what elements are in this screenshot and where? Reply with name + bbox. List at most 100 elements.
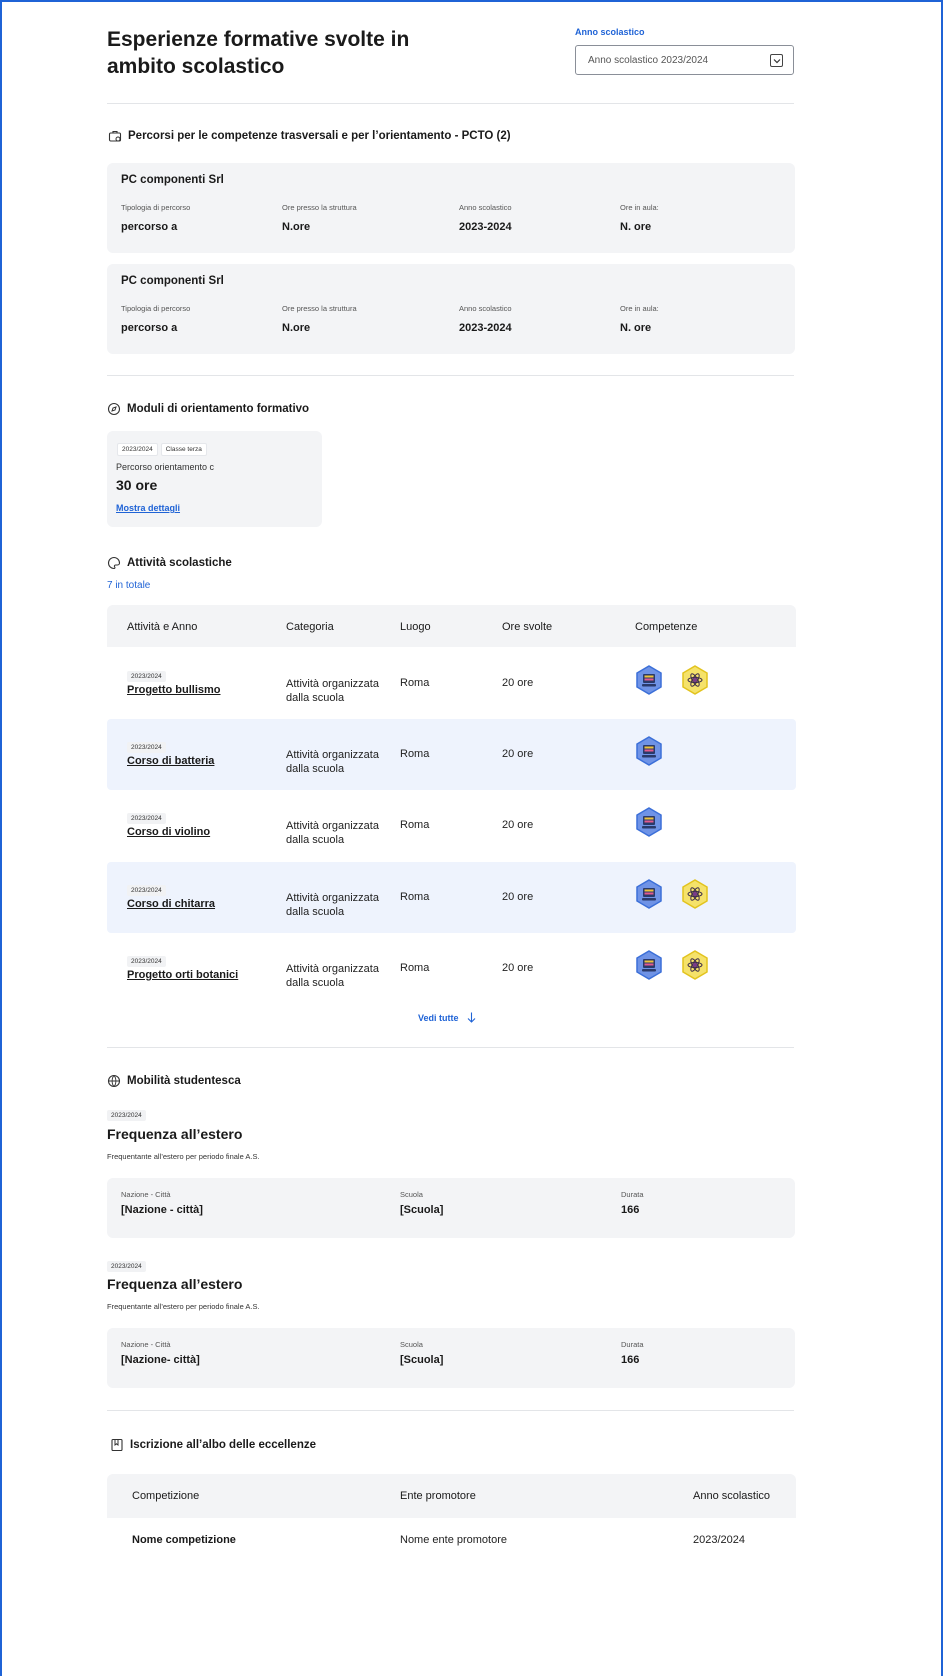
mobilita-label-school: Scuola <box>400 1190 423 1199</box>
activity-hours: 20 ore <box>502 891 534 903</box>
moduli-title-text: Moduli di orientamento formativo <box>127 403 310 415</box>
column-header: Competenze <box>635 621 698 633</box>
attivita-section-title: Attività scolastiche <box>107 556 232 570</box>
activity-year-chip: 2023/2024 <box>127 956 166 967</box>
activity-category-line: Attività organizzata <box>286 820 379 832</box>
pcto-value-type: percorso a <box>121 322 178 334</box>
activity-hours: 20 ore <box>502 677 534 689</box>
activity-name-link[interactable]: Progetto orti botanici <box>127 969 238 981</box>
divider <box>107 103 794 104</box>
digital-competence-badge-icon[interactable] <box>635 736 663 766</box>
competence-badges <box>635 736 663 766</box>
activity-row: 2023/2024 Corso di chitarra Attività org… <box>107 862 796 933</box>
pcto-value-year: 2023-2024 <box>459 221 512 233</box>
activity-category-line: Attività organizzata <box>286 892 379 904</box>
column-header: Ore svolte <box>502 621 553 633</box>
activity-name-link[interactable]: Progetto bullismo <box>127 684 221 696</box>
moduli-section-title: Moduli di orientamento formativo <box>107 402 309 416</box>
divider <box>107 1047 794 1048</box>
mobilita-label-school: Scuola <box>400 1340 423 1349</box>
activity-year-chip: 2023/2024 <box>127 742 166 753</box>
activity-category: Attività organizzata dalla scuola <box>286 819 379 847</box>
attivita-count: 7 in totale <box>107 580 151 591</box>
activity-category: Attività organizzata dalla scuola <box>286 891 379 919</box>
activity-place: Roma <box>400 962 430 974</box>
promoter-name: Nome ente promotore <box>400 1534 507 1546</box>
activity-row: 2023/2024 Corso di batteria Attività org… <box>107 719 796 790</box>
albo-section-title: Iscrizione all’albo delle eccellenze <box>110 1438 316 1452</box>
digital-competence-badge-icon[interactable] <box>635 807 663 837</box>
pcto-label-year: Anno scolastico <box>459 304 512 313</box>
activity-place: Roma <box>400 891 430 903</box>
activity-category: Attività organizzata dalla scuola <box>286 677 379 705</box>
digital-competence-badge-icon[interactable] <box>635 665 663 695</box>
activity-name-link[interactable]: Corso di chitarra <box>127 898 215 910</box>
activity-name-link[interactable]: Corso di violino <box>127 826 210 838</box>
competence-badges <box>635 950 709 980</box>
show-details-link[interactable]: Mostra dettagli <box>116 503 180 513</box>
competition-year: 2023/2024 <box>693 1534 745 1546</box>
globe-icon <box>107 1074 121 1088</box>
bookmark-icon <box>111 1438 123 1452</box>
science-competence-badge-icon[interactable] <box>681 950 709 980</box>
pcto-label-type: Tipologia di percorso <box>121 203 191 212</box>
pcto-value-hours-class: N. ore <box>620 322 652 334</box>
activity-category-line: Attività organizzata <box>286 749 379 761</box>
mobilita-item-desc: Frequentante all’estero per periodo fina… <box>107 1302 260 1311</box>
pcto-value-type: percorso a <box>121 221 178 233</box>
mobilita-value-duration: 166 <box>621 1204 640 1216</box>
pcto-value-hours-structure: N.ore <box>282 221 311 233</box>
modulo-hours: 30 ore <box>116 477 158 493</box>
compass-icon <box>107 402 121 416</box>
briefcase-icon <box>108 130 122 142</box>
mobilita-value-city: [Nazione- città] <box>121 1354 200 1366</box>
activity-category-line: Attività organizzata <box>286 963 379 975</box>
modulo-name: Percorso orientamento c <box>116 462 215 472</box>
mobilita-title-text: Mobilità studentesca <box>127 1075 241 1087</box>
column-header: Attività e Anno <box>127 621 198 633</box>
digital-competence-badge-icon[interactable] <box>635 879 663 909</box>
page-title: Esperienze formative svolte in ambito sc… <box>107 28 410 78</box>
activity-category-line: dalla scuola <box>286 763 345 775</box>
science-competence-badge-icon[interactable] <box>681 665 709 695</box>
column-header: Anno scolastico <box>693 1490 771 1502</box>
digital-competence-badge-icon[interactable] <box>635 950 663 980</box>
competence-badges <box>635 665 709 695</box>
divider <box>107 375 794 376</box>
divider <box>107 1410 794 1411</box>
activity-place: Roma <box>400 819 430 831</box>
year-select-label: Anno scolastico <box>575 27 645 37</box>
pcto-card: PC componenti Srl Tipologia di percorso … <box>107 264 795 354</box>
modulo-class-chip: Classe terza <box>160 443 207 456</box>
competence-badges <box>635 879 709 909</box>
activity-hours: 20 ore <box>502 748 534 760</box>
modulo-card: 2023/2024 Classe terza Percorso orientam… <box>107 431 322 527</box>
mobilita-label-duration: Durata <box>621 1190 644 1199</box>
activity-name-link[interactable]: Corso di batteria <box>127 755 214 767</box>
mobilita-item-desc: Frequentante all’estero per periodo fina… <box>107 1152 260 1161</box>
activity-row: 2023/2024 Progetto orti botanici Attivit… <box>107 933 796 1004</box>
column-header: Ente promotore <box>400 1490 476 1502</box>
science-competence-badge-icon[interactable] <box>681 879 709 909</box>
year-select[interactable]: Anno scolastico 2023/2024 <box>575 45 794 75</box>
mobilita-year-chip: 2023/2024 <box>107 1261 146 1272</box>
pcto-card-company: PC componenti Srl <box>121 174 224 186</box>
activity-row: 2023/2024 Progetto bullismo Attività org… <box>107 648 796 719</box>
activity-category: Attività organizzata dalla scuola <box>286 748 379 776</box>
attivita-title-text: Attività scolastiche <box>127 557 232 569</box>
year-select-value: Anno scolastico 2023/2024 <box>588 54 709 66</box>
see-all-label: Vedi tutte <box>418 1012 459 1023</box>
activity-year-chip: 2023/2024 <box>127 885 166 896</box>
activity-year-chip: 2023/2024 <box>127 813 166 824</box>
chevron-down-icon <box>770 54 783 67</box>
mobilita-value-duration: 166 <box>621 1354 640 1366</box>
activity-row: 2023/2024 Corso di violino Attività orga… <box>107 790 796 861</box>
column-header: Luogo <box>400 621 431 633</box>
modulo-year-chip: 2023/2024 <box>117 443 158 456</box>
activity-category: Attività organizzata dalla scuola <box>286 962 379 990</box>
mobilita-value-school: [Scuola] <box>400 1354 444 1366</box>
attivita-table-header: Attività e Anno Categoria Luogo Ore svol… <box>107 605 796 647</box>
mobilita-label-city: Nazione - Città <box>121 1190 171 1199</box>
see-all-button[interactable]: Vedi tutte <box>418 1012 476 1023</box>
palette-icon <box>108 556 121 570</box>
